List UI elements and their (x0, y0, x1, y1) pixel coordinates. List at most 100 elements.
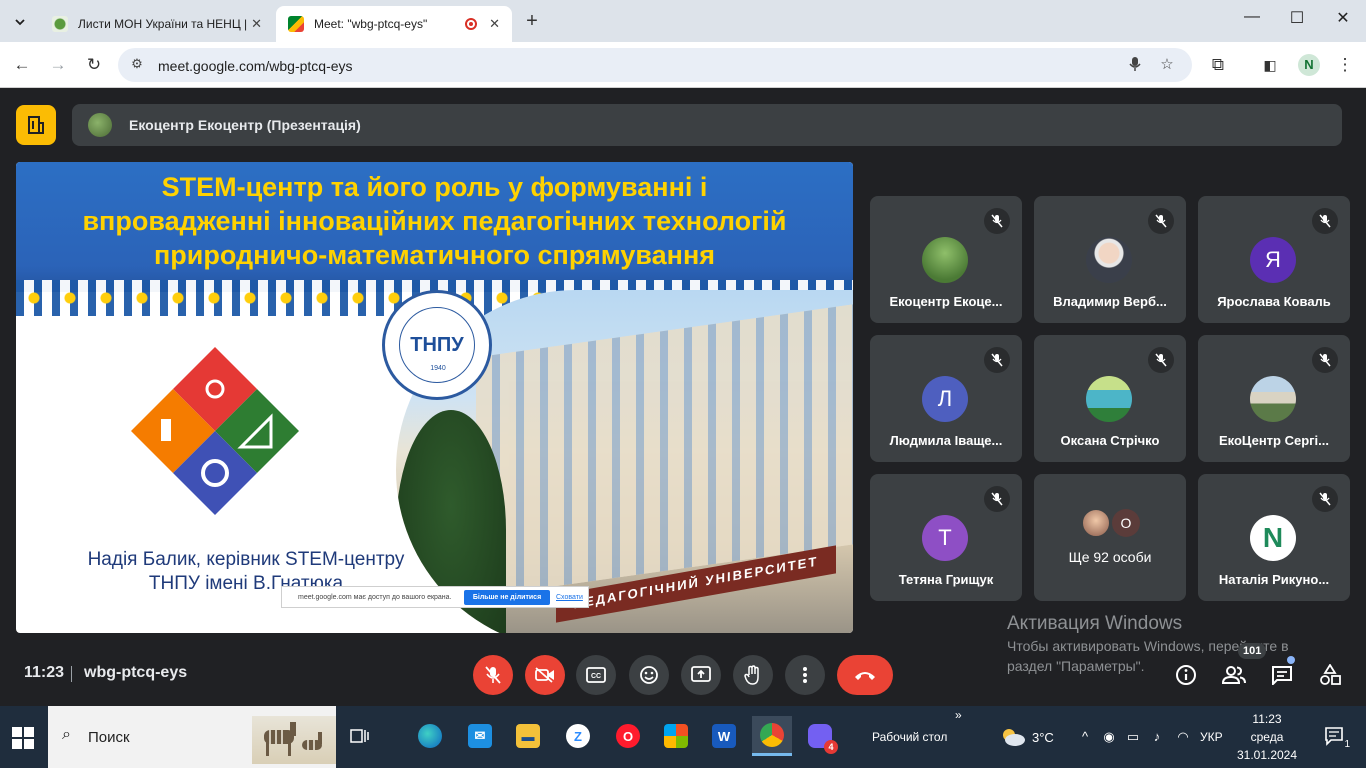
browser-toolbar: ← → ↻ ⚙ meet.google.com/wbg-ptcq-eys ☆ ⧉… (0, 42, 1366, 88)
taskbar-clock[interactable]: 11:23 среда 31.01.2024 (1236, 710, 1298, 764)
mic-off-icon (984, 347, 1010, 373)
hide-notice-link[interactable]: Сховати (556, 594, 583, 601)
bookmark-star-icon[interactable]: ☆ (1158, 56, 1176, 74)
taskbar-viber[interactable]: 4 (800, 716, 840, 756)
clock-weekday: среда (1250, 730, 1284, 744)
cloudy-weather-icon[interactable] (1000, 727, 1026, 747)
word-icon: W (712, 724, 736, 748)
participant-name: ЕкоЦентр Сергі... (1218, 433, 1330, 448)
university-emblem: ТНПУ 1940 (382, 290, 492, 400)
participant-avatar (1250, 376, 1296, 422)
new-tab-button[interactable]: + (520, 10, 544, 33)
slide-title: STEM-центр та його роль у формуванні і в… (16, 170, 853, 272)
toggle-camera-button[interactable] (525, 655, 565, 695)
task-view-button[interactable] (340, 716, 380, 756)
tab-title: Листи МОН України та НЕНЦ | (78, 17, 248, 31)
people-icon (1222, 666, 1246, 684)
browser-menu-icon[interactable]: ⋮ (1333, 53, 1357, 77)
taskbar-file-explorer[interactable]: ▬ (508, 716, 548, 756)
participant-tile[interactable]: Т Тетяна Грищук (870, 474, 1022, 601)
taskbar-mail[interactable]: ✉ (460, 716, 500, 756)
stop-sharing-button[interactable]: Більше не ділитися (464, 590, 550, 605)
present-screen-button[interactable] (681, 655, 721, 695)
back-button[interactable]: ← (10, 53, 34, 77)
mic-off-icon (984, 208, 1010, 234)
address-bar[interactable]: ⚙ meet.google.com/wbg-ptcq-eys ☆ (118, 48, 1192, 82)
participant-avatar (922, 237, 968, 283)
close-tab-icon[interactable]: ✕ (251, 16, 262, 32)
participant-avatar: Л (922, 376, 968, 422)
close-window-button[interactable]: ✕ (1333, 8, 1353, 28)
activities-button[interactable] (1316, 661, 1344, 689)
close-tab-icon[interactable]: ✕ (489, 16, 500, 32)
desktop-toolbar-label[interactable]: Рабочий стол (872, 730, 947, 744)
taskbar-chrome[interactable] (752, 716, 792, 756)
site-settings-icon[interactable]: ⚙ (128, 56, 146, 74)
url-text[interactable]: meet.google.com/wbg-ptcq-eys (158, 58, 353, 74)
participant-tile[interactable]: N Наталія Рикуно... (1198, 474, 1350, 601)
toolbar-overflow-chevron[interactable]: » (955, 708, 962, 722)
minimize-window-button[interactable]: — (1242, 8, 1262, 26)
profile-avatar[interactable]: N (1298, 54, 1320, 76)
show-hidden-icons-chevron[interactable]: ^ (1076, 728, 1094, 746)
recording-tray-icon[interactable]: ◉ (1100, 728, 1118, 746)
participant-tile[interactable]: Владимир Верб... (1034, 196, 1186, 323)
clock-date: 31.01.2024 (1236, 748, 1298, 762)
taskbar-edge[interactable] (410, 716, 450, 756)
participant-tile[interactable]: Оксана Стрічко (1034, 335, 1186, 462)
browser-tab-meet[interactable]: Meet: "wbg-ptcq-eys" ✕ (276, 6, 512, 42)
side-panel-icon[interactable]: ◧ (1258, 53, 1282, 77)
tab-search-button[interactable] (6, 8, 34, 36)
store-icon (664, 724, 688, 748)
participant-name: Тетяна Грищук (898, 572, 994, 587)
reactions-button[interactable] (629, 655, 669, 695)
raise-hand-button[interactable] (733, 655, 773, 695)
notification-center-button[interactable]: 1 (1324, 726, 1350, 750)
more-vertical-icon (803, 667, 807, 683)
taskbar-zoom[interactable]: Z (558, 716, 598, 756)
temperature[interactable]: 3°C (1032, 730, 1054, 745)
mic-off-icon (1312, 208, 1338, 234)
reload-button[interactable]: ↻ (82, 53, 106, 77)
more-options-button[interactable] (785, 655, 825, 695)
participant-tile[interactable]: ЕкоЦентр Сергі... (1198, 335, 1350, 462)
leave-call-button[interactable] (837, 655, 893, 695)
microphone-icon[interactable] (1126, 56, 1144, 74)
notification-count: 1 (1344, 739, 1350, 750)
more-participants-label: Ще 92 особи (1068, 549, 1152, 565)
toggle-microphone-button[interactable] (473, 655, 513, 695)
participant-tile[interactable]: Екоцентр Екоце... (870, 196, 1022, 323)
extensions-puzzle-icon[interactable]: ⧉ (1206, 53, 1230, 77)
maximize-window-button[interactable]: ☐ (1287, 8, 1307, 28)
windows-start-icon[interactable] (12, 727, 34, 749)
chat-icon (1272, 666, 1292, 685)
more-participants-tile[interactable]: O Ще 92 особи (1034, 474, 1186, 601)
participant-tile[interactable]: Л Людмила Іваще... (870, 335, 1022, 462)
taskbar-search-box[interactable]: ⌕ Поиск (48, 706, 336, 768)
forward-button[interactable]: → (46, 53, 70, 77)
companion-mode-icon[interactable] (16, 105, 56, 145)
camera-off-icon (535, 667, 554, 683)
mic-off-icon (1312, 486, 1338, 512)
wifi-icon[interactable]: ◠ (1174, 728, 1192, 746)
taskbar-word[interactable]: W (704, 716, 744, 756)
volume-icon[interactable]: ♪ (1148, 728, 1166, 746)
captions-button[interactable]: CC (576, 655, 616, 695)
emoji-icon (640, 666, 658, 684)
taskbar-store[interactable] (656, 716, 696, 756)
participant-tile[interactable]: Я Ярослава Коваль (1198, 196, 1350, 323)
browser-tab-mon[interactable]: Листи МОН України та НЕНЦ | ✕ (40, 6, 274, 42)
mic-off-icon (1148, 347, 1174, 373)
participant-avatar (1086, 376, 1132, 422)
taskbar-opera[interactable]: O (608, 716, 648, 756)
meeting-details-button[interactable] (1172, 661, 1200, 689)
participant-name: Владимир Верб... (1053, 294, 1167, 309)
opera-icon: O (616, 724, 640, 748)
people-button[interactable] (1220, 661, 1248, 689)
input-language[interactable]: УКР (1200, 730, 1223, 744)
mic-off-icon (984, 486, 1010, 512)
emblem-year: 1940 (430, 365, 446, 372)
activities-shapes-icon (1320, 664, 1341, 685)
chat-button[interactable] (1268, 661, 1296, 689)
battery-icon[interactable]: ▭ (1124, 728, 1142, 746)
